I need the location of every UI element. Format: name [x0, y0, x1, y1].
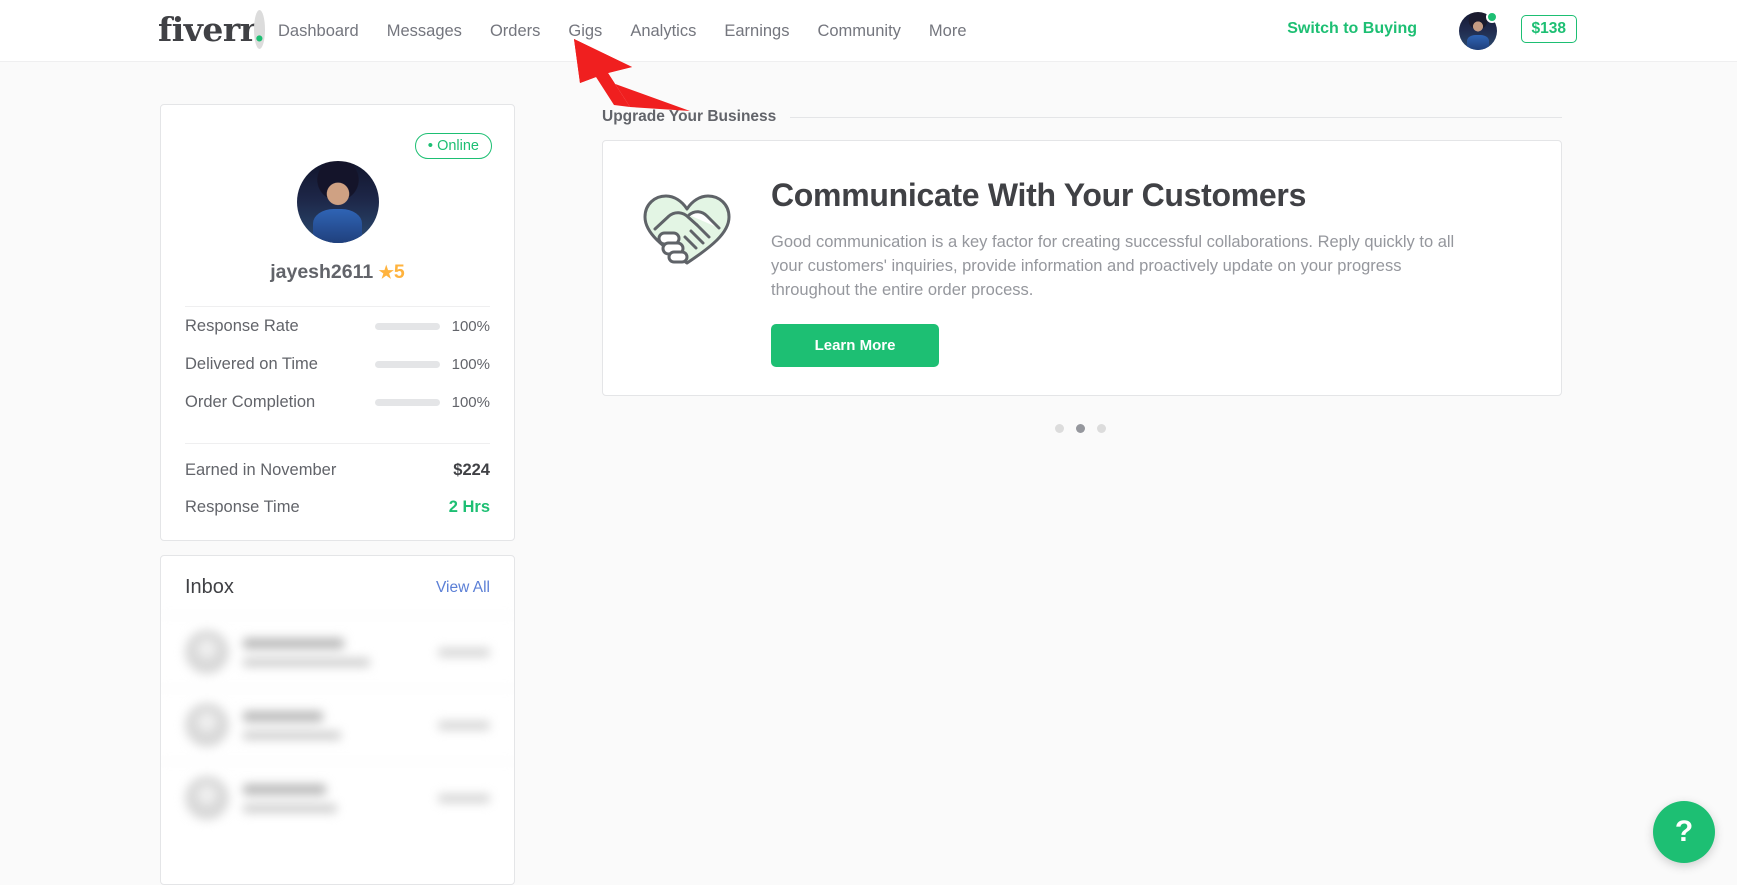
- inbox-message-list: [161, 615, 514, 834]
- nav-item-community[interactable]: Community: [817, 22, 900, 41]
- message-body: [243, 711, 424, 740]
- promo-body: Communicate With Your Customers Good com…: [749, 177, 1521, 395]
- divider: [185, 443, 490, 444]
- fiverr-logo[interactable]: fiverr.: [158, 10, 265, 49]
- nav-item-earnings[interactable]: Earnings: [724, 22, 789, 41]
- profile-rating: 5: [394, 261, 405, 283]
- star-icon: ★: [379, 263, 394, 282]
- top-header: fiverr. Dashboard Messages Orders Gigs A…: [0, 0, 1737, 62]
- message-sender: [243, 711, 323, 722]
- carousel-pagination: [1055, 424, 1106, 433]
- seller-profile-card: • Online jayesh2611 ★5 Response Rate 100…: [160, 104, 515, 541]
- message-snippet: [243, 804, 337, 813]
- online-status-label: Online: [437, 138, 479, 154]
- progress-bar: [375, 399, 440, 406]
- logo-text: fiverr: [158, 10, 254, 49]
- promo-description: Good communication is a key factor for c…: [771, 230, 1461, 302]
- main-navigation: Dashboard Messages Orders Gigs Analytics…: [278, 0, 967, 62]
- profile-username[interactable]: jayesh2611: [270, 261, 373, 283]
- nav-item-analytics[interactable]: Analytics: [630, 22, 696, 41]
- earned-in-month-row: Earned in November $224: [185, 452, 490, 489]
- divider: [790, 117, 1562, 118]
- response-time-row: Response Time 2 Hrs: [185, 489, 490, 526]
- earned-value: $224: [453, 461, 490, 480]
- section-title: Upgrade Your Business: [602, 108, 776, 126]
- inbox-card: Inbox View All: [160, 555, 515, 885]
- stat-label: Delivered on Time: [185, 355, 375, 374]
- avatar: [185, 630, 229, 674]
- message-body: [243, 638, 424, 667]
- stat-value: 100%: [452, 394, 490, 411]
- avatar[interactable]: [1459, 12, 1497, 50]
- message-snippet: [243, 731, 341, 740]
- promo-card: Communicate With Your Customers Good com…: [602, 140, 1562, 396]
- online-status-badge: • Online: [415, 133, 492, 159]
- progress-bar: [375, 361, 440, 368]
- message-time: [438, 721, 490, 730]
- learn-more-button[interactable]: Learn More: [771, 324, 939, 367]
- nav-item-messages[interactable]: Messages: [387, 22, 462, 41]
- section-header-upgrade-your-business: Upgrade Your Business: [602, 108, 1562, 126]
- switch-to-buying-link[interactable]: Switch to Buying: [1287, 20, 1417, 38]
- promo-title: Communicate With Your Customers: [771, 177, 1521, 214]
- stat-row-order-completion: Order Completion 100%: [185, 383, 490, 421]
- avatar: [185, 703, 229, 747]
- response-time-value: 2 Hrs: [449, 498, 490, 517]
- nav-item-gigs[interactable]: Gigs: [568, 22, 602, 41]
- stat-row-delivered-on-time: Delivered on Time 100%: [185, 345, 490, 383]
- progress-bar: [375, 323, 440, 330]
- profile-username-row: jayesh2611 ★5: [185, 261, 490, 284]
- nav-item-orders[interactable]: Orders: [490, 22, 540, 41]
- nav-item-dashboard[interactable]: Dashboard: [278, 22, 359, 41]
- message-time: [438, 794, 490, 803]
- logo-dot: .: [254, 10, 265, 49]
- stat-value: 100%: [452, 318, 490, 335]
- question-mark-icon: ?: [1675, 815, 1693, 849]
- carousel-dot-1[interactable]: [1055, 424, 1064, 433]
- balance-badge[interactable]: $138: [1521, 15, 1577, 43]
- avatar: [185, 776, 229, 820]
- message-sender: [243, 784, 326, 795]
- stat-label: Order Completion: [185, 393, 375, 412]
- online-dot-icon: •: [428, 137, 433, 154]
- earned-label: Earned in November: [185, 461, 336, 480]
- response-time-label: Response Time: [185, 498, 300, 517]
- message-sender: [243, 638, 344, 649]
- message-snippet: [243, 658, 370, 667]
- stat-value: 100%: [452, 356, 490, 373]
- handshake-heart-icon: [639, 177, 749, 395]
- profile-photo[interactable]: [297, 161, 379, 243]
- help-button[interactable]: ?: [1653, 801, 1715, 863]
- online-status-dot-icon: [1486, 11, 1498, 23]
- inbox-header: Inbox View All: [161, 556, 514, 615]
- carousel-dot-3[interactable]: [1097, 424, 1106, 433]
- carousel-dot-2[interactable]: [1076, 424, 1085, 433]
- list-item[interactable]: [161, 615, 514, 688]
- stat-label: Response Rate: [185, 317, 375, 336]
- stat-row-response-rate: Response Rate 100%: [185, 307, 490, 345]
- list-item[interactable]: [161, 761, 514, 834]
- message-time: [438, 648, 490, 657]
- inbox-title: Inbox: [185, 576, 234, 599]
- message-body: [243, 784, 424, 813]
- nav-item-more[interactable]: More: [929, 22, 967, 41]
- inbox-view-all-link[interactable]: View All: [436, 579, 490, 597]
- list-item[interactable]: [161, 688, 514, 761]
